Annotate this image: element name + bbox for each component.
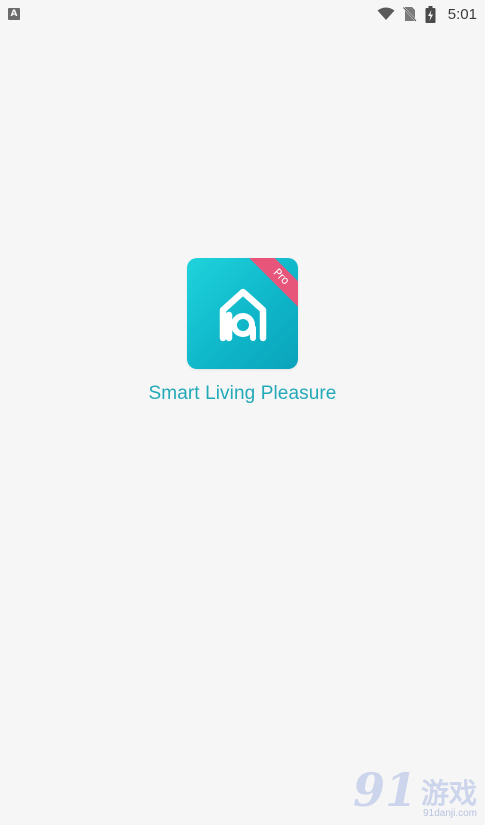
watermark-number: 91 [352, 763, 417, 817]
battery-charging-icon [425, 5, 436, 23]
status-bar: A 5:01 [0, 0, 485, 28]
status-time: 5:01 [447, 5, 477, 23]
watermark-logo: 91 游戏 91danji.com [352, 763, 477, 819]
app-name: Smart Living Pleasure [148, 383, 337, 404]
notification-a-icon: A [8, 8, 20, 20]
status-right: 5:01 [377, 5, 477, 23]
splash-screen: A 5:01 Pro Smart Living Pleasure 91 游戏 9… [0, 0, 485, 825]
watermark-row: 91 游戏 [352, 763, 477, 817]
wifi-icon [377, 7, 395, 20]
no-sim-icon [402, 6, 417, 22]
app-logo: Pro [187, 258, 298, 369]
watermark-chinese: 游戏 [420, 777, 477, 810]
splash-content: Pro Smart Living Pleasure [0, 258, 485, 405]
status-left: A [8, 8, 20, 20]
watermark-url: 91danji.com [423, 808, 477, 819]
